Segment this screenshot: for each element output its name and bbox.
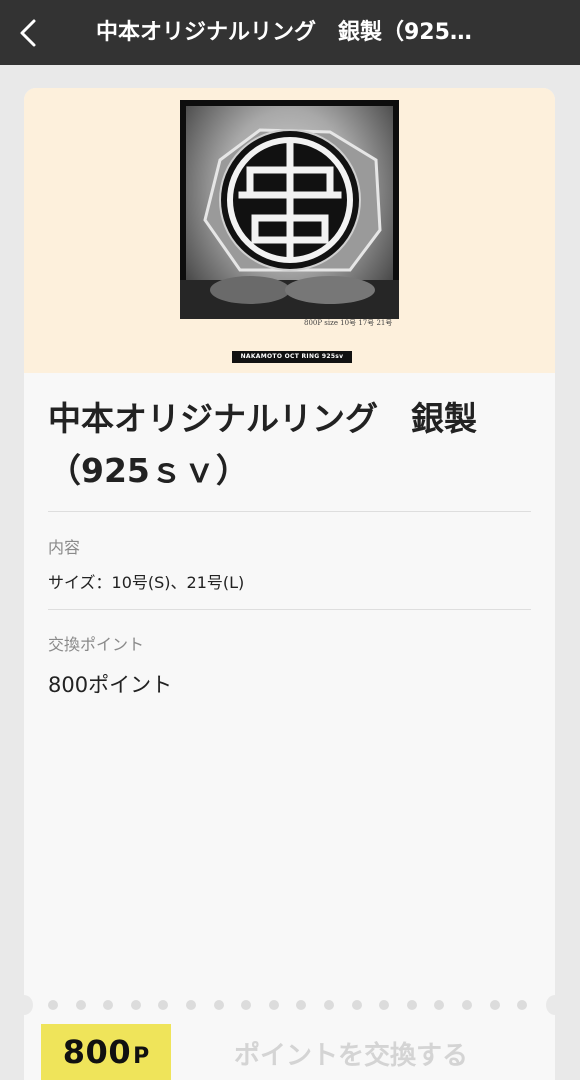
points-label: 交換ポイント xyxy=(48,635,145,654)
perforation-dot xyxy=(130,1000,141,1010)
image-caption: NAKAMOTO OCT RING 925sv xyxy=(232,351,352,363)
divider xyxy=(48,511,531,512)
points-amount: 800 xyxy=(62,1033,132,1071)
perforation-dot xyxy=(406,1000,417,1010)
page-title: 中本オリジナルリング 銀製（925… xyxy=(96,20,472,45)
ticket-notch-right xyxy=(546,995,564,1015)
perforation-dot xyxy=(268,1000,279,1010)
content-value: サイズ：10号(S)、21号(L) xyxy=(48,573,245,592)
ticket-notch-left xyxy=(15,995,33,1015)
points-badge: 800 P xyxy=(41,1024,171,1080)
back-button[interactable] xyxy=(8,10,48,55)
product-hero: 800P size 10号 17号 21号 NAKAMOTO OCT RING … xyxy=(24,88,555,373)
perforation-dot xyxy=(186,1000,196,1010)
app-header: 中本オリジナルリング 銀製（925… xyxy=(0,0,580,65)
product-image xyxy=(180,100,399,319)
points-value: 800ポイント xyxy=(48,673,173,697)
perforation-dot xyxy=(462,1000,472,1010)
perforation-dot xyxy=(213,1000,224,1010)
ring-emblem-icon xyxy=(180,128,399,319)
divider xyxy=(48,609,531,610)
perforation-dot xyxy=(75,1000,86,1010)
size-note: 800P size 10号 17号 21号 xyxy=(304,319,393,327)
perforation-dot xyxy=(324,1000,334,1010)
product-card: 800P size 10号 17号 21号 NAKAMOTO OCT RING … xyxy=(24,88,555,1080)
content-label: 内容 xyxy=(48,538,81,557)
exchange-points-button[interactable]: ポイントを交換する xyxy=(196,1026,506,1080)
chevron-left-icon xyxy=(20,19,36,46)
perforation-dot xyxy=(48,1000,58,1010)
points-unit: P xyxy=(133,1043,150,1069)
perforation-dot xyxy=(351,1000,362,1010)
perforation-dot xyxy=(489,1000,500,1010)
product-title: 中本オリジナルリング 銀製（925ｓｖ） xyxy=(48,399,477,490)
